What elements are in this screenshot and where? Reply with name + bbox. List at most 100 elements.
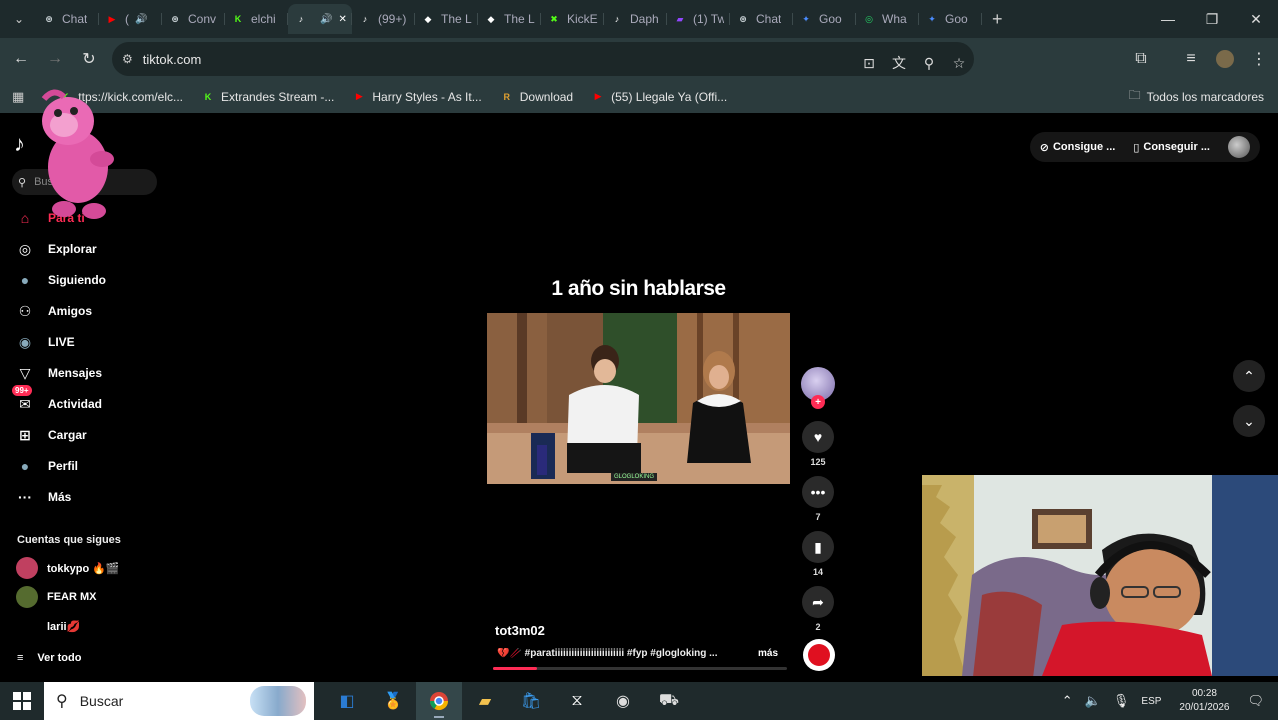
medal-icon[interactable]: 🏅 — [370, 682, 416, 720]
user-avatar[interactable] — [1228, 136, 1250, 158]
bookmark-item[interactable]: K Extrandes Stream -... — [201, 90, 335, 104]
volume-icon[interactable]: 🔈 — [1085, 693, 1101, 709]
gemini-icon: ✦ — [802, 13, 810, 24]
tab-9[interactable]: ♪ Daph — [604, 4, 667, 34]
sidebar-item-upload[interactable]: ⊞ Cargar — [14, 424, 87, 446]
following-account[interactable]: FEAR MX — [16, 586, 97, 608]
like-count: 125 — [810, 457, 826, 467]
language-indicator[interactable]: ESP — [1141, 696, 1161, 707]
start-button[interactable] — [0, 692, 44, 710]
chrome-menu-icon[interactable]: ⋮ — [1242, 42, 1276, 76]
friends-icon: ⚇ — [18, 302, 32, 319]
sidebar-item-friends[interactable]: ⚇ Amigos — [14, 300, 92, 322]
address-bar[interactable]: ⚙ tiktok.com ⊡ 文 ⚲ ☆ — [112, 42, 974, 76]
speaker-icon[interactable]: 🔊 — [320, 14, 332, 25]
taskbar-search-label: Buscar — [79, 693, 124, 709]
tray-chevron-icon[interactable]: ⌃ — [1062, 693, 1073, 709]
taskbar-search[interactable]: ⚲ Buscar — [44, 682, 314, 720]
all-bookmarks-folder[interactable]: 🗀 Todos los marcadores — [1129, 86, 1264, 107]
tab-13[interactable]: ◎ Wha — [856, 4, 919, 34]
app-icon[interactable]: ⛟ — [646, 682, 692, 720]
sidebar-item-compass[interactable]: ◎ Explorar — [14, 238, 97, 260]
site-info-icon[interactable]: ⚙ — [122, 52, 133, 66]
file-explorer-icon[interactable]: ▰ — [462, 682, 508, 720]
upload-icon: ⊞ — [19, 426, 31, 443]
tab-7[interactable]: ◆ The L — [478, 4, 541, 34]
creator-avatar-button[interactable]: + — [801, 367, 835, 409]
sidebar-item-live[interactable]: ◉ LIVE — [14, 331, 75, 353]
tab-4[interactable]: ♪ 🔊 ✕ — [288, 4, 352, 34]
speaker-icon[interactable]: 🔊 — [135, 14, 147, 25]
next-video-button[interactable]: ⌄ — [1233, 405, 1265, 437]
follow-plus-icon[interactable]: + — [811, 395, 825, 409]
account-name: tokkypo 🔥🎬 — [47, 562, 120, 575]
sidebar-item-messages[interactable]: ▽ Mensajes — [14, 362, 102, 384]
video-progress-bar[interactable] — [493, 667, 787, 670]
bookmark-item[interactable]: ▶ (55) Llegale Ya (Offi... — [591, 90, 728, 104]
sidebar-item-more[interactable]: ··· Más — [14, 486, 71, 508]
back-button[interactable]: ← — [4, 42, 38, 76]
account-name: FEAR MX — [47, 591, 97, 603]
capcut-icon[interactable]: ⧖ — [554, 682, 600, 720]
tab-0[interactable]: ⊛ Chat — [36, 4, 99, 34]
outlook-icon[interactable]: ◧ — [324, 682, 370, 720]
bookmark-item[interactable]: R Download — [500, 90, 573, 104]
music-disc-icon[interactable] — [803, 639, 835, 671]
tab-11[interactable]: ⊛ Chat — [730, 4, 793, 34]
restore-button[interactable]: ❐ — [1190, 0, 1234, 38]
see-all-link[interactable]: ≡ Ver todo — [17, 652, 81, 664]
tab-1[interactable]: ▶ (🔊 — [99, 4, 162, 34]
video-player[interactable]: GLOGLOKING — [487, 313, 790, 484]
sidebar-item-following[interactable]: ● Siguiendo — [14, 269, 106, 291]
tab-label: The L — [441, 12, 472, 26]
comment-button[interactable]: ••• 7 — [801, 476, 835, 522]
video-author[interactable]: tot3m02 — [495, 623, 545, 638]
tab-10[interactable]: ▰ (1) Tw — [667, 4, 730, 34]
bookmark-star-icon[interactable]: ☆ — [944, 55, 974, 72]
previous-video-button[interactable]: ⌃ — [1233, 360, 1265, 392]
following-account[interactable]: tokkypo 🔥🎬 — [16, 557, 120, 579]
comment-count: 7 — [815, 512, 821, 522]
extensions-icon[interactable]: ⧉ — [1124, 42, 1158, 76]
more-link[interactable]: más — [758, 648, 778, 659]
profile-avatar[interactable] — [1208, 42, 1242, 76]
share-button[interactable]: ➦ 2 — [801, 586, 835, 632]
tab-5[interactable]: ♪ (99+) — [352, 4, 415, 34]
get-coins-button[interactable]: ⊘ Consigue ... — [1040, 141, 1116, 154]
new-tab-button[interactable]: + — [992, 9, 1003, 30]
apps-grid-icon[interactable]: ▦ — [12, 89, 24, 105]
clock[interactable]: 00:28 20/01/2026 — [1179, 687, 1229, 715]
tab-3[interactable]: Kelchi — [225, 4, 288, 34]
close-window-button[interactable]: ✕ — [1234, 0, 1278, 38]
tiktok-logo[interactable]: ♪ — [14, 131, 25, 157]
tab-14[interactable]: ✦ Goo — [919, 4, 982, 34]
forward-button[interactable]: → — [38, 42, 72, 76]
sidebar-item-profile[interactable]: ● Perfil — [14, 455, 78, 477]
chrome-icon[interactable] — [416, 682, 462, 720]
obs-icon[interactable]: ◉ — [600, 682, 646, 720]
media-controls-icon[interactable]: ≡ — [1174, 42, 1208, 76]
tab-8[interactable]: ✖ KickE — [541, 4, 604, 34]
translate-icon[interactable]: 文 — [884, 53, 914, 73]
tab-12[interactable]: ✦ Goo — [793, 4, 856, 34]
sidebar-item-label: Más — [48, 490, 72, 504]
like-button[interactable]: ♥ 125 — [801, 421, 835, 467]
diamond-icon: ◆ — [487, 13, 495, 24]
tab-2[interactable]: ⊛ Conv — [162, 4, 225, 34]
reload-button[interactable]: ↻ — [72, 42, 106, 76]
zoom-icon[interactable]: ⚲ — [914, 55, 944, 72]
get-app-button[interactable]: ▯ Conseguir ... — [1133, 141, 1210, 154]
close-tab-icon[interactable]: ✕ — [338, 14, 346, 25]
bookmark-item[interactable]: ▶ Harry Styles - As It... — [352, 90, 482, 104]
store-icon[interactable]: 🛍 — [508, 682, 554, 720]
install-app-icon[interactable]: ⊡ — [854, 55, 884, 72]
following-account[interactable]: larii💋 — [16, 615, 80, 637]
sidebar-item-activity[interactable]: ✉ 99+ Actividad — [12, 385, 102, 415]
minimize-button[interactable]: — — [1146, 0, 1190, 38]
save-button[interactable]: ▮ 14 — [801, 531, 835, 577]
tab-6[interactable]: ◆ The L — [415, 4, 478, 34]
tab-label: Chat — [756, 12, 782, 26]
notifications-icon[interactable]: 🗨 — [1247, 693, 1264, 709]
tab-search-button[interactable]: ⌄ — [6, 6, 32, 32]
microphone-icon[interactable]: 🎙 — [1113, 693, 1130, 709]
